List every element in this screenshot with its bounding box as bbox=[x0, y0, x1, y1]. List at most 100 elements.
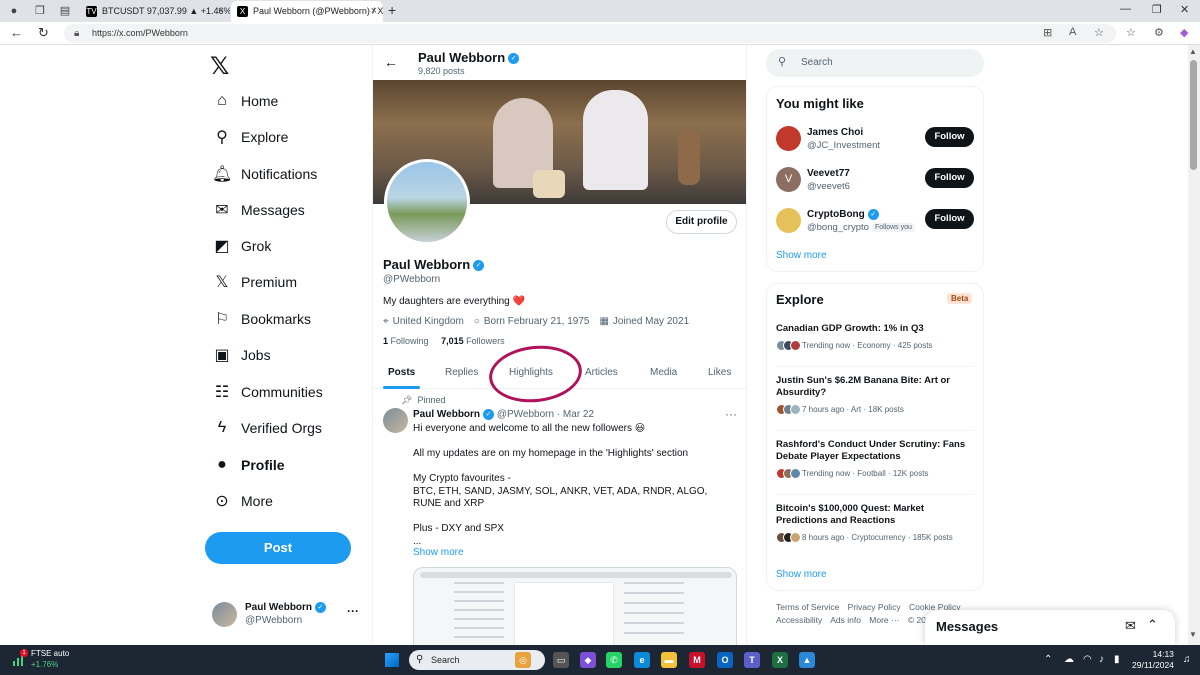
favorites-icon[interactable]: ☆ bbox=[1126, 26, 1136, 39]
tweet-date[interactable]: · Mar 22 bbox=[557, 409, 594, 420]
extensions-icon[interactable]: ⚙ bbox=[1154, 26, 1164, 39]
task-view-icon[interactable]: ▭ bbox=[553, 652, 569, 668]
tweet-avatar[interactable] bbox=[383, 408, 408, 433]
followers-link[interactable]: 7,015 Followers bbox=[441, 336, 505, 346]
nav-profile[interactable]: ● Profile bbox=[212, 450, 284, 480]
nav-more[interactable]: ⊙ More bbox=[212, 486, 273, 516]
follow-button[interactable]: Follow bbox=[925, 127, 974, 147]
footer-link[interactable]: More ··· bbox=[869, 615, 899, 625]
tweet-media-image[interactable] bbox=[413, 567, 737, 645]
footer-link[interactable]: Accessibility bbox=[776, 615, 822, 625]
new-message-icon[interactable]: ✉ bbox=[1125, 618, 1136, 634]
follow-button[interactable]: Follow bbox=[925, 209, 974, 229]
nav-explore[interactable]: ⚲ Explore bbox=[212, 122, 288, 152]
close-tab-icon[interactable]: × bbox=[371, 1, 377, 22]
scroll-up-icon[interactable]: ▲ bbox=[1189, 47, 1197, 56]
expand-chevron-icon[interactable]: ⌃ bbox=[1147, 617, 1158, 633]
file-explorer-icon[interactable]: ▬ bbox=[661, 652, 677, 668]
favorite-star-icon[interactable]: ☆ bbox=[1094, 26, 1104, 39]
account-switcher[interactable]: Paul Webborn ✓ @PWebborn ··· bbox=[212, 600, 367, 630]
tweet-body: Hi everyone and welcome to all the new f… bbox=[413, 423, 738, 548]
nav-premium[interactable]: 𝕏 Premium bbox=[212, 267, 297, 297]
outlook-icon[interactable]: O bbox=[717, 652, 733, 668]
read-aloud-icon[interactable]: A bbox=[1069, 26, 1076, 38]
nav-notifications[interactable]: 🔔︎ Notifications bbox=[212, 159, 317, 189]
browser-tab-x-profile[interactable]: X Paul Webborn (@PWebborn) / X × bbox=[231, 1, 383, 22]
nav-grok[interactable]: ◩ Grok bbox=[212, 231, 271, 261]
suggested-user[interactable]: CryptoBong ✓ @bong_crypto Follows you Foll… bbox=[776, 206, 976, 238]
start-windows-icon[interactable] bbox=[385, 653, 399, 667]
tab-replies[interactable]: Replies bbox=[445, 367, 478, 378]
nav-verified-orgs[interactable]: ϟ Verified Orgs bbox=[212, 413, 322, 443]
follow-button[interactable]: Follow bbox=[925, 168, 974, 188]
tweet-more-icon[interactable]: ··· bbox=[725, 407, 737, 421]
widget-icon[interactable]: ◎ bbox=[515, 652, 531, 668]
onedrive-icon[interactable]: ☁ bbox=[1064, 654, 1074, 665]
nav-jobs[interactable]: ▣ Jobs bbox=[212, 340, 270, 370]
tab-actions-icon[interactable]: ▤ bbox=[57, 3, 73, 19]
excel-icon[interactable]: X bbox=[772, 652, 788, 668]
nav-home[interactable]: ⌂ Home bbox=[212, 86, 278, 116]
profile-icon[interactable]: ● bbox=[6, 3, 22, 19]
tab-articles[interactable]: Articles bbox=[585, 367, 618, 378]
profile-avatar[interactable] bbox=[384, 159, 470, 245]
new-tab-icon[interactable]: + bbox=[388, 2, 396, 18]
ticker-name[interactable]: FTSE auto bbox=[31, 649, 69, 658]
suggested-user[interactable]: V Veevet77 @veevet6 Follow bbox=[776, 165, 976, 197]
workspaces-icon[interactable]: ❐ bbox=[32, 3, 48, 19]
trend-item[interactable]: Justin Sun's $6.2M Banana Bite: Art or A… bbox=[776, 375, 976, 415]
avatar bbox=[776, 208, 801, 233]
minimize-icon[interactable]: — bbox=[1120, 3, 1131, 15]
account-more-icon[interactable]: ··· bbox=[347, 604, 359, 618]
app-available-icon[interactable]: ⊞ bbox=[1043, 26, 1052, 39]
clock[interactable]: 14:13 29/11/2024 bbox=[1132, 649, 1174, 671]
copilot-icon[interactable]: ◆ bbox=[580, 652, 596, 668]
x-logo[interactable]: 𝕏 bbox=[210, 52, 229, 81]
suggested-user[interactable]: James Choi @JC_Investment Follow bbox=[776, 124, 976, 156]
back-icon[interactable]: ← bbox=[10, 25, 23, 40]
close-tab-icon[interactable]: × bbox=[218, 1, 224, 22]
refresh-icon[interactable]: ↻ bbox=[38, 25, 49, 41]
tab-likes[interactable]: Likes bbox=[708, 367, 731, 378]
page-scrollbar[interactable]: ▲ ▼ bbox=[1188, 45, 1200, 645]
mcafee-icon[interactable]: M bbox=[689, 652, 705, 668]
footer-link[interactable]: Ads info bbox=[830, 615, 861, 625]
nav-messages[interactable]: ✉ Messages bbox=[212, 195, 305, 225]
trend-item[interactable]: Canadian GDP Growth: 1% in Q3 Trending n… bbox=[776, 323, 976, 351]
tray-chevron-icon[interactable]: ⌃ bbox=[1044, 654, 1052, 665]
show-more-link[interactable]: Show more bbox=[776, 569, 827, 580]
nav-bookmarks[interactable]: ⚐ Bookmarks bbox=[212, 304, 311, 334]
nav-communities[interactable]: ☷ Communities bbox=[212, 377, 323, 407]
search-input[interactable]: ⚲ Search bbox=[766, 49, 984, 77]
notification-bell-icon[interactable]: ♫ bbox=[1183, 654, 1191, 665]
copilot-icon[interactable]: ◆ bbox=[1180, 26, 1188, 39]
show-more-link[interactable]: Show more bbox=[776, 250, 827, 261]
browser-tab-tradingview[interactable]: TV BTCUSDT 97,037.99 ▲ +1.46% D × bbox=[80, 1, 230, 22]
footer-link[interactable]: Terms of Service bbox=[776, 602, 839, 612]
edit-profile-button[interactable]: Edit profile bbox=[666, 210, 737, 234]
edge-icon[interactable]: e bbox=[634, 652, 650, 668]
wifi-icon[interactable]: ◠ bbox=[1083, 654, 1092, 665]
trend-item[interactable]: Bitcoin's $100,000 Quest: Market Predict… bbox=[776, 503, 976, 543]
scroll-down-icon[interactable]: ▼ bbox=[1189, 630, 1197, 639]
volume-icon[interactable]: ♪ bbox=[1099, 654, 1104, 665]
close-window-icon[interactable]: ✕ bbox=[1180, 3, 1189, 16]
battery-icon[interactable]: ▮ bbox=[1114, 654, 1120, 665]
photos-icon[interactable]: ▲ bbox=[799, 652, 815, 668]
trend-item[interactable]: Rashford's Conduct Under Scrutiny: Fans … bbox=[776, 439, 976, 479]
tweet-author[interactable]: Paul Webborn bbox=[413, 409, 480, 420]
maximize-icon[interactable]: ❐ bbox=[1152, 3, 1162, 16]
tab-media[interactable]: Media bbox=[650, 367, 677, 378]
post-button[interactable]: Post bbox=[205, 532, 351, 564]
messages-drawer[interactable]: Messages ✉ ⌃ bbox=[925, 610, 1175, 645]
back-arrow-icon[interactable]: ← bbox=[384, 54, 398, 70]
teams-icon[interactable]: T bbox=[744, 652, 760, 668]
tweet-handle[interactable]: @PWebborn bbox=[497, 409, 554, 420]
scrollbar-thumb[interactable] bbox=[1190, 60, 1197, 170]
footer-link[interactable]: Privacy Policy bbox=[848, 602, 901, 612]
tweet-show-more-link[interactable]: Show more bbox=[413, 547, 464, 558]
tab-posts[interactable]: Posts bbox=[388, 367, 415, 378]
whatsapp-icon[interactable]: ✆ bbox=[606, 652, 622, 668]
following-link[interactable]: 1 Following bbox=[383, 336, 429, 346]
url-field[interactable]: 🔒︎ https://x.com/PWebborn bbox=[64, 24, 1116, 43]
